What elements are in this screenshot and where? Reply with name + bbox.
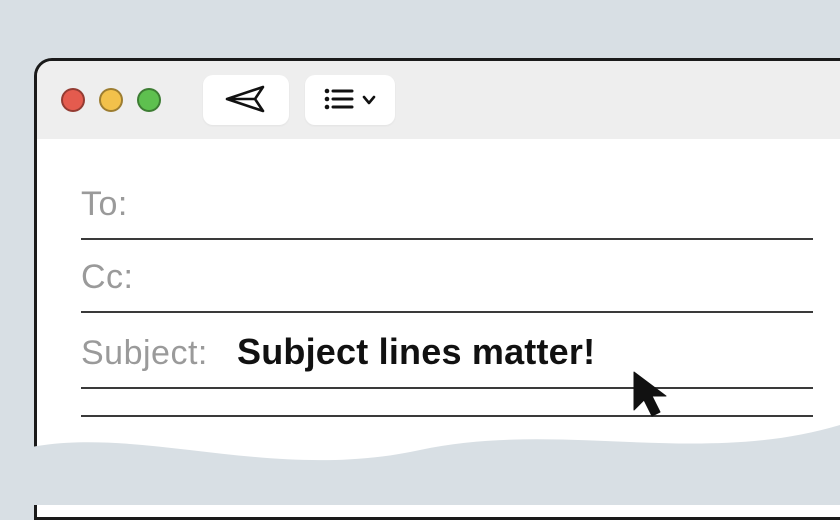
minimize-icon[interactable] bbox=[99, 88, 123, 112]
titlebar bbox=[37, 61, 840, 139]
cc-label: Cc: bbox=[81, 258, 141, 297]
cc-row: Cc: bbox=[81, 240, 813, 313]
list-icon bbox=[324, 88, 354, 113]
subject-row: Subject: bbox=[81, 313, 813, 389]
subject-field[interactable] bbox=[237, 331, 813, 373]
chevron-down-icon bbox=[362, 93, 376, 108]
to-row: To: bbox=[81, 167, 813, 240]
format-list-button[interactable] bbox=[305, 75, 395, 125]
traffic-lights bbox=[61, 88, 161, 112]
compose-window: To: Cc: Subject: bbox=[34, 58, 840, 520]
paper-plane-icon bbox=[225, 84, 267, 117]
compose-body: To: Cc: Subject: bbox=[37, 139, 840, 517]
body-rule bbox=[81, 415, 813, 417]
cc-field[interactable] bbox=[157, 258, 813, 297]
to-field[interactable] bbox=[157, 185, 813, 224]
close-icon[interactable] bbox=[61, 88, 85, 112]
send-button[interactable] bbox=[203, 75, 289, 125]
subject-label: Subject: bbox=[81, 334, 221, 373]
zoom-icon[interactable] bbox=[137, 88, 161, 112]
to-label: To: bbox=[81, 185, 141, 224]
